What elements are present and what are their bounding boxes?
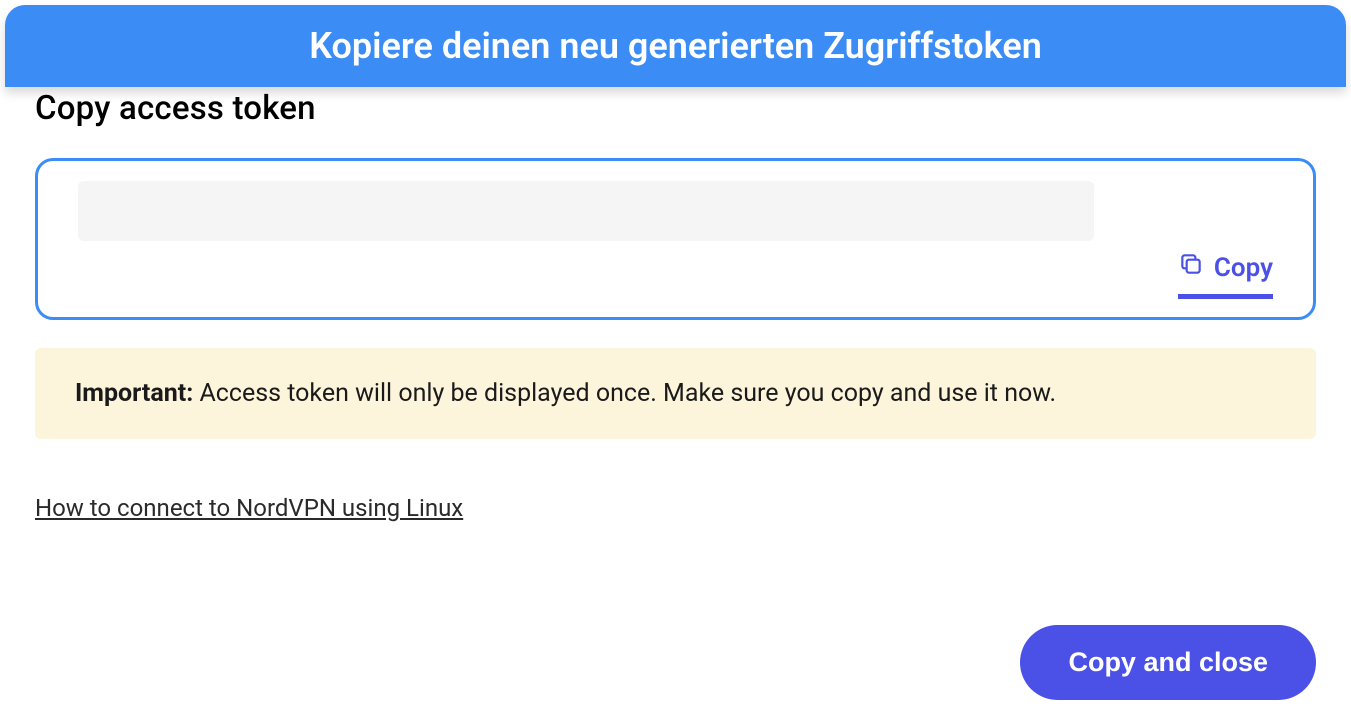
token-container: Copy [35, 158, 1316, 320]
copy-and-close-button[interactable]: Copy and close [1020, 625, 1316, 700]
copy-icon [1178, 251, 1204, 284]
dialog-title: Copy access token [35, 89, 1316, 128]
help-link[interactable]: How to connect to NordVPN using Linux [35, 494, 463, 522]
instruction-banner: Kopiere deinen neu generierten Zugriffst… [5, 5, 1346, 87]
alert-message: Access token will only be displayed once… [193, 379, 1056, 408]
copy-token-button[interactable]: Copy [1178, 251, 1273, 299]
copy-label: Copy [1214, 253, 1273, 283]
important-alert: Important: Access token will only be dis… [35, 348, 1316, 439]
alert-text: Important: Access token will only be dis… [75, 376, 1276, 411]
dialog-content: Copy access token Copy Important: Access… [0, 89, 1351, 522]
banner-text: Kopiere deinen neu generierten Zugriffst… [309, 25, 1042, 67]
alert-strong: Important: [75, 379, 193, 408]
token-value-field[interactable] [78, 181, 1094, 241]
